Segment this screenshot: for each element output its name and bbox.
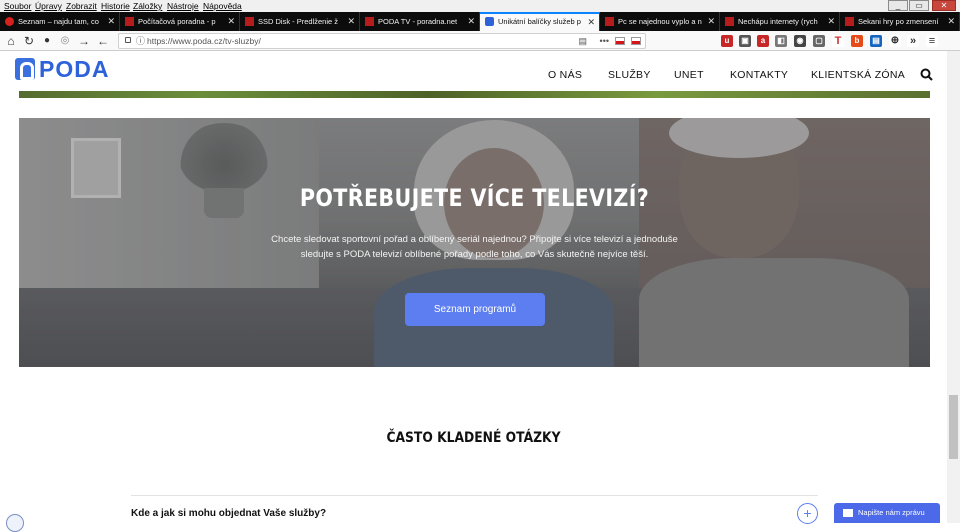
reload-icon[interactable]: ↻ [22, 34, 36, 48]
hero-banner: POTŘEBUJETE VÍCE TELEVIZÍ? Chcete sledov… [19, 118, 930, 367]
tab-label: PODA TV - poradna.net [378, 17, 458, 26]
tab-close-icon[interactable]: ✕ [947, 12, 955, 31]
poradna-favicon-icon [845, 17, 854, 26]
hero-description: Chcete sledovat sportovní pořad a oblíbe… [254, 232, 695, 262]
translate-icon[interactable]: T [832, 35, 844, 47]
tab-ssd-disk[interactable]: SSD Disk - Predlženie ž ✕ [240, 12, 360, 31]
poradna-favicon-icon [125, 17, 134, 26]
nav-sluzby[interactable]: SLUŽBY [608, 69, 651, 81]
navigation-toolbar: ⌂ ↻ ● ◎ → ← ⓘ https://www.poda.cz/tv-slu… [0, 31, 960, 51]
nav-klientska-zona[interactable]: KLIENTSKÁ ZÓNA [811, 69, 905, 81]
menu-soubor[interactable]: Soubor [4, 1, 31, 11]
tab-label: Počítačová poradna - p [138, 17, 216, 26]
hero-description-line: Chcete sledovat sportovní pořad a oblíbe… [271, 234, 678, 245]
tab-poda-tv[interactable]: PODA TV - poradna.net ✕ [360, 12, 480, 31]
tab-close-icon[interactable]: ✕ [227, 12, 235, 31]
faq-divider [131, 495, 818, 496]
tab-close-icon[interactable]: ✕ [587, 14, 595, 30]
extension-icon[interactable]: ● [40, 34, 54, 48]
url-text: https://www.poda.cz/tv-sluzby/ [147, 36, 261, 46]
tab-close-icon[interactable]: ✕ [347, 12, 355, 31]
nav-o-nas[interactable]: O NÁS [548, 69, 582, 81]
faq-question[interactable]: Kde a jak si mohu objednat Vaše služby? [131, 508, 326, 519]
addon-icon[interactable]: ▤ [870, 35, 882, 47]
poradna-favicon-icon [725, 17, 734, 26]
menu-zobrazit[interactable]: Zobrazit [66, 1, 97, 11]
addon-icon[interactable]: b [851, 35, 863, 47]
tab-nechapu-internety[interactable]: Nechápu internety (rych ✕ [720, 12, 840, 31]
forward-icon[interactable]: → [77, 34, 91, 48]
tab-pc-vyplo[interactable]: Pc se najednou vyplo a n ✕ [600, 12, 720, 31]
menu-upravy[interactable]: Úpravy [35, 1, 62, 11]
menu-nastroje[interactable]: Nástroje [167, 1, 199, 11]
czech-flag-icon [631, 37, 641, 45]
sync-icon[interactable]: ◎ [58, 34, 72, 48]
info-icon[interactable]: ⓘ [136, 34, 145, 48]
poda-logo-mark-icon [15, 58, 35, 80]
nav-unet[interactable]: UNET [674, 69, 704, 81]
tab-close-icon[interactable]: ✕ [827, 12, 835, 31]
menu-zalozky[interactable]: Záložky [133, 1, 162, 11]
tab-seznam[interactable]: Seznam – najdu tam, co ✕ [0, 12, 120, 31]
reader-view-icon[interactable]: ▤ [578, 34, 587, 48]
addon-icon[interactable]: ◉ [794, 35, 806, 47]
poradna-favicon-icon [365, 17, 374, 26]
tab-bar: Seznam – najdu tam, co ✕ Počítačová pora… [0, 12, 960, 31]
poda-favicon-icon [485, 17, 494, 26]
poda-logo[interactable]: PODA [15, 56, 135, 82]
faq-expand-icon[interactable]: + [797, 503, 818, 524]
logo-text: PODA [39, 56, 110, 82]
tab-label: Sekani hry po zmensení [858, 17, 939, 26]
back-icon[interactable]: ← [96, 34, 110, 48]
czech-flag-icon [615, 37, 625, 45]
hero-description-line: sledujte s PODA televizí oblíbené pořady… [300, 249, 649, 260]
more-actions-icon[interactable]: ••• [600, 34, 609, 48]
tab-sekani-hry[interactable]: Sekani hry po zmensení ✕ [840, 12, 960, 31]
screenshot-icon[interactable]: ▢ [813, 35, 825, 47]
grass-image-strip [19, 91, 930, 98]
url-bar[interactable]: ⓘ https://www.poda.cz/tv-sluzby/ ▤ ••• [118, 33, 646, 49]
window-close-button[interactable]: ✕ [932, 0, 956, 11]
hamburger-menu-icon[interactable]: ≡ [926, 35, 938, 47]
poradna-favicon-icon [605, 17, 614, 26]
minimize-button[interactable]: _ [888, 0, 908, 11]
nav-kontakty[interactable]: KONTAKTY [730, 69, 788, 81]
menu-historie[interactable]: Historie [101, 1, 130, 11]
tab-close-icon[interactable]: ✕ [707, 12, 715, 31]
home-icon[interactable]: ⌂ [4, 34, 18, 48]
tab-label: Nechápu internety (rych [738, 17, 818, 26]
search-icon[interactable] [920, 68, 933, 81]
site-header: PODA O NÁS SLUŽBY UNET KONTAKTY KLIENTSK… [0, 51, 947, 91]
tab-label: Seznam – najdu tam, co [18, 17, 99, 26]
tab-close-icon[interactable]: ✕ [107, 12, 115, 31]
accessibility-icon[interactable] [6, 514, 24, 532]
chat-button[interactable]: Napište nám zprávu [834, 503, 940, 523]
menu-bar: Soubor Úpravy Zobrazit Historie Záložky … [0, 0, 960, 12]
maximize-button[interactable]: ▭ [909, 0, 929, 11]
scrollbar-thumb[interactable] [949, 395, 958, 459]
faq-title: ČASTO KLADENÉ OTÁZKY [386, 430, 561, 446]
tab-label: SSD Disk - Predlženie ž [258, 17, 339, 26]
shopping-icon[interactable]: ⊕ [889, 35, 901, 47]
envelope-icon [843, 509, 853, 517]
tab-unikatni-balicky[interactable]: Unikátní balíčky služeb p ✕ [480, 12, 600, 31]
poradna-favicon-icon [245, 17, 254, 26]
tab-close-icon[interactable]: ✕ [467, 12, 475, 31]
tab-label: Unikátní balíčky služeb p [498, 17, 581, 26]
program-list-button[interactable]: Seznam programů [405, 293, 545, 326]
seznam-favicon-icon [5, 17, 14, 26]
lock-icon [125, 37, 131, 43]
addon-icon[interactable]: ▣ [739, 35, 751, 47]
chat-button-label: Napište nám zprávu [858, 508, 925, 517]
menu-napoveda[interactable]: Nápověda [203, 1, 242, 11]
hero-title: POTŘEBUJETE VÍCE TELEVIZÍ? [299, 184, 650, 212]
tab-label: Pc se najednou vyplo a n [618, 17, 702, 26]
addon-icon[interactable]: ◧ [775, 35, 787, 47]
overflow-icon[interactable]: » [907, 35, 919, 47]
tab-pocitacova-poradna[interactable]: Počítačová poradna - p ✕ [120, 12, 240, 31]
adblock-icon[interactable]: a [757, 35, 769, 47]
ublock-icon[interactable]: u [721, 35, 733, 47]
